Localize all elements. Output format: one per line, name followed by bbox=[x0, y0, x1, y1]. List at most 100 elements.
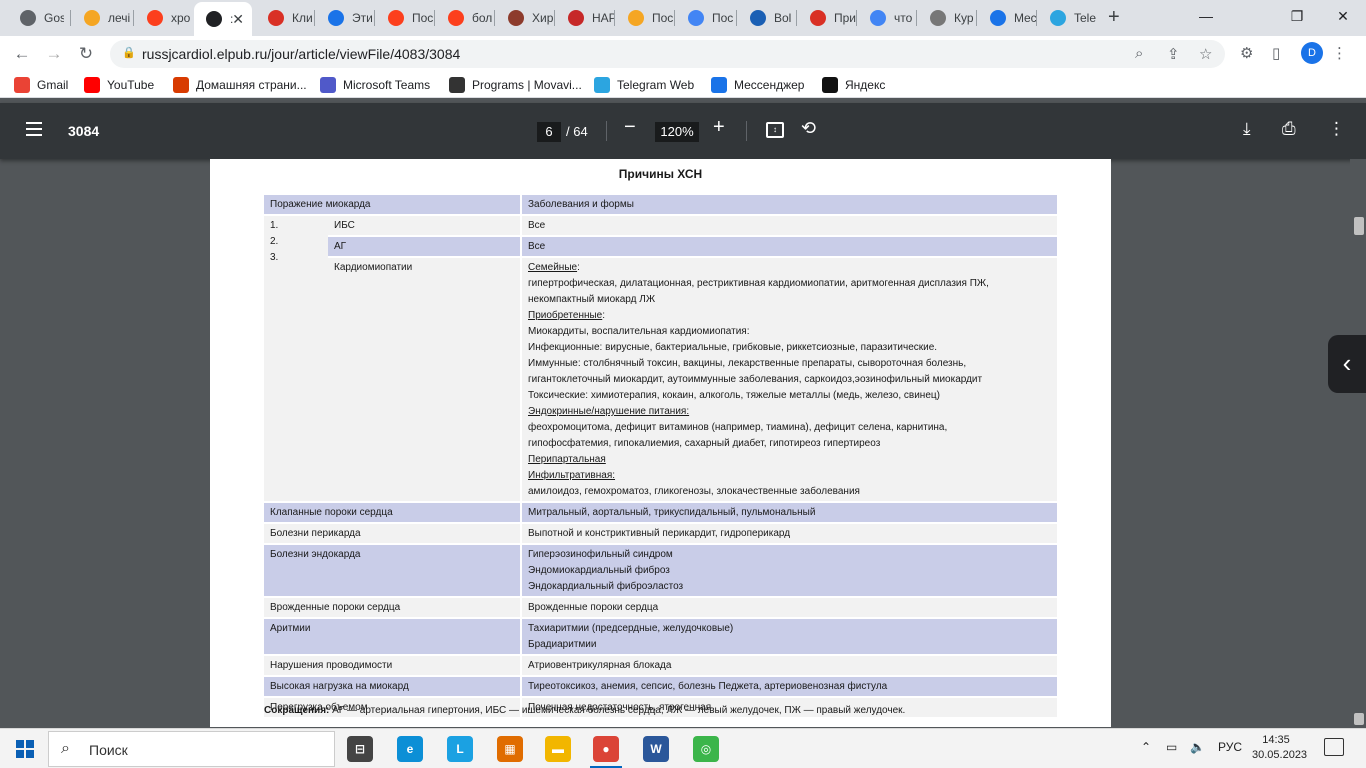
table-title: Причины ХСН bbox=[618, 167, 703, 181]
profile-avatar[interactable]: D bbox=[1301, 42, 1323, 64]
l-app-icon[interactable]: L bbox=[447, 736, 473, 762]
cause-cell: Болезни перикарда bbox=[264, 523, 522, 545]
tab-title: лечі bbox=[108, 11, 131, 25]
cause-cell: Кардиомиопатии bbox=[328, 257, 522, 503]
browser-toolbar: ← → ↻ 🔒 russjcardiol.elpub.ru/jour/artic… bbox=[0, 36, 1366, 72]
browser-tab[interactable]: Эти bbox=[316, 4, 373, 32]
tab-title: хро bbox=[171, 11, 191, 25]
pdf-menu-icon[interactable] bbox=[26, 122, 42, 136]
download-icon[interactable]: ⤓ bbox=[1243, 119, 1251, 139]
word-icon[interactable]: W bbox=[643, 736, 669, 762]
browser-tab[interactable]: Gos bbox=[8, 4, 64, 32]
browser-tab[interactable]: Пос bbox=[676, 4, 737, 32]
bookmark-item[interactable]: Programs | Movavi... bbox=[449, 76, 582, 94]
vertical-scrollbar[interactable] bbox=[1350, 159, 1366, 727]
messenger-icon bbox=[990, 10, 1006, 26]
task-view-icon[interactable]: ⊟ bbox=[347, 736, 373, 762]
browser-tab[interactable]: что bbox=[858, 4, 916, 32]
tab-divider bbox=[434, 10, 435, 26]
print-icon[interactable]: ⎙ bbox=[1282, 119, 1296, 139]
new-tab-button[interactable]: + bbox=[1108, 6, 1120, 29]
volume-icon[interactable]: 🔈 bbox=[1190, 740, 1205, 754]
reload-button[interactable]: ↻ bbox=[74, 42, 98, 66]
system-clock[interactable]: 14:35 30.05.2023 bbox=[1252, 733, 1307, 763]
page-number-input[interactable]: 6 bbox=[537, 122, 561, 142]
pdf-toolbar: 3084 6 / 64 − 120% + ↕ ⟲ ⤓ ⎙ ⋮ bbox=[0, 103, 1366, 159]
restore-button[interactable]: ❐ bbox=[1274, 4, 1320, 28]
browser-tab[interactable]: Mec bbox=[978, 4, 1038, 32]
browser-tab[interactable]: Tele bbox=[1038, 4, 1098, 32]
tray-overflow-icon[interactable]: ⌃ bbox=[1141, 740, 1151, 754]
explorer-icon[interactable]: ▬ bbox=[545, 736, 571, 762]
green-app-icon[interactable]: ◎ bbox=[693, 736, 719, 762]
back-button[interactable]: ← bbox=[10, 42, 34, 66]
forms-cell: Гиперэозинофильный синдром Эндомиокардиал… bbox=[521, 544, 1057, 598]
bookmark-star-icon[interactable]: ☆ bbox=[1199, 45, 1212, 63]
zoom-out-icon[interactable]: − bbox=[624, 116, 636, 139]
side-panel-icon[interactable]: ▯ bbox=[1272, 44, 1280, 62]
forms-cell: Все bbox=[521, 236, 1057, 258]
browser-tab[interactable]: Пос bbox=[616, 4, 676, 32]
close-tab-icon[interactable]: ✕ bbox=[232, 11, 244, 28]
fit-page-icon[interactable]: ↕ bbox=[766, 122, 784, 138]
zoom-icon[interactable]: ⌕ bbox=[1135, 45, 1143, 62]
bookmark-item[interactable]: Gmail bbox=[14, 76, 68, 94]
bookmark-item[interactable]: Мессенджер bbox=[711, 76, 804, 94]
side-panel-toggle-icon[interactable]: ‹ bbox=[1328, 335, 1366, 393]
minimize-button[interactable]: — bbox=[1183, 4, 1229, 28]
windows-taskbar: ⌕ Поиск ⊟ e L ▦ ▬ ● W ◎ ⌃ ▭ 🔈 РУС 14:35 30.05.20… bbox=[0, 728, 1366, 768]
start-button[interactable] bbox=[16, 740, 34, 758]
table-row: Кардиомиопатии Семейные: гипертрофическая,… bbox=[264, 257, 1057, 503]
bookmark-item[interactable]: Яндекс bbox=[822, 76, 885, 94]
address-bar[interactable]: 🔒 russjcardiol.elpub.ru/jour/article/vie… bbox=[110, 40, 1225, 68]
browser-tab[interactable]: хро bbox=[135, 4, 194, 32]
taskbar-search[interactable]: ⌕ Поиск bbox=[48, 731, 335, 767]
forms-line: гигантоклеточный миокардит, аутоиммунные… bbox=[528, 372, 1051, 388]
language-indicator[interactable]: РУС bbox=[1218, 740, 1242, 754]
pdf-more-icon[interactable]: ⋮ bbox=[1328, 119, 1345, 139]
browser-tab[interactable]: НАР bbox=[556, 4, 615, 32]
forward-button[interactable]: → bbox=[42, 42, 66, 66]
notifications-icon[interactable] bbox=[1324, 738, 1344, 756]
bookmark-item[interactable]: Домашняя страни... bbox=[173, 76, 307, 94]
browser-menu-icon[interactable]: ⋮ bbox=[1332, 44, 1347, 62]
forms-line-text: гипофосфатемия, гипокалиемия, сахарный д… bbox=[528, 438, 881, 449]
forms-line: Эндомиокардиальный фиброз bbox=[528, 565, 670, 576]
browser-tab[interactable]: Пос bbox=[376, 4, 436, 32]
share-icon[interactable]: ⇪ bbox=[1167, 45, 1180, 63]
scroll-thumb[interactable] bbox=[1354, 217, 1364, 235]
tab-title: При bbox=[834, 11, 857, 25]
browser-tab[interactable]: Bol bbox=[738, 4, 798, 32]
browser-tab[interactable]: Кур bbox=[918, 4, 976, 32]
table-row: Нарушения проводимости Атриовентрикулярна… bbox=[264, 655, 1057, 677]
extensions-icon[interactable]: ⚙ bbox=[1240, 44, 1253, 62]
forms-line-text: Токсические: химиотерапия, кокаин, алког… bbox=[528, 390, 940, 401]
cause-cell: Аритмии bbox=[264, 618, 522, 656]
browser-tab[interactable]: : ✕ bbox=[194, 2, 252, 36]
bookmark-item[interactable]: YouTube bbox=[84, 76, 154, 94]
chrome-icon[interactable]: ● bbox=[593, 736, 619, 762]
browser-tab[interactable]: Хир bbox=[496, 4, 555, 32]
search-icon: ⌕ bbox=[61, 740, 70, 757]
edge-icon[interactable]: e bbox=[397, 736, 423, 762]
store-icon[interactable]: ▦ bbox=[497, 736, 523, 762]
forms-cell: Все bbox=[521, 215, 1057, 237]
tab-divider bbox=[796, 10, 797, 26]
browser-tab[interactable]: При bbox=[798, 4, 858, 32]
tab-divider bbox=[916, 10, 917, 26]
scroll-down-arrow[interactable] bbox=[1354, 713, 1364, 725]
bookmark-item[interactable]: Telegram Web bbox=[594, 76, 694, 94]
close-window-button[interactable]: ✕ bbox=[1320, 4, 1366, 28]
zoom-in-icon[interactable]: + bbox=[713, 116, 725, 139]
bookmark-item[interactable]: Microsoft Teams bbox=[320, 76, 430, 94]
forms-line: феохромоцитома, дефицит витаминов (напри… bbox=[528, 420, 1051, 436]
browser-tab[interactable]: бол bbox=[436, 4, 496, 32]
zoom-level-input[interactable]: 120% bbox=[655, 122, 699, 142]
network-icon[interactable]: ▭ bbox=[1166, 740, 1177, 754]
browser-tab[interactable]: лечі bbox=[72, 4, 131, 32]
rotate-icon[interactable]: ⟲ bbox=[801, 118, 816, 139]
forms-line: Брадиаритмии bbox=[528, 639, 597, 650]
tab-title: что bbox=[894, 11, 913, 25]
browser-tab[interactable]: Кли bbox=[256, 4, 313, 32]
tab-divider bbox=[494, 10, 495, 26]
